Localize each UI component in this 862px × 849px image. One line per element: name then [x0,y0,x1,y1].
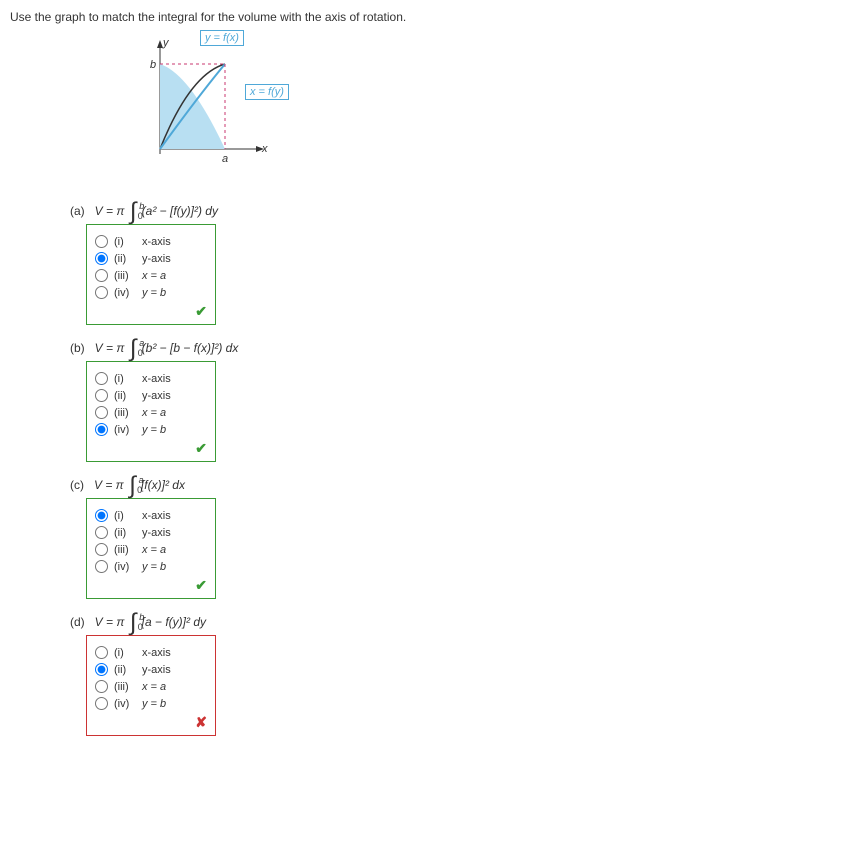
option-value: y-axis [142,664,171,676]
option-radio[interactable] [95,680,108,693]
option-value: x = a [142,681,166,693]
option-roman: (i) [114,647,136,659]
option-row[interactable]: (iv) y = b [95,423,207,436]
option-value: y-axis [142,390,171,402]
option-row[interactable]: (ii) y-axis [95,663,207,676]
curve-label-top: y = f(x) [200,30,244,46]
part-label: (b) [70,341,85,355]
option-radio[interactable] [95,286,108,299]
problem-header: (b) V = π ∫a0 (b² − [b − f(x)]²) dx [70,341,852,355]
integral-expression: V = π ∫a0 (b² − [b − f(x)]²) dx [95,341,239,355]
option-radio[interactable] [95,235,108,248]
option-radio[interactable] [95,543,108,556]
option-roman: (i) [114,510,136,522]
question-prompt: Use the graph to match the integral for … [10,10,852,24]
option-row[interactable]: (ii) y-axis [95,389,207,402]
part-label: (c) [70,478,84,492]
integral-expression: V = π ∫b0 [a − f(y)]² dy [95,615,206,629]
integral-expression: V = π ∫a0 [f(x)]² dx [94,478,185,492]
option-roman: (iv) [114,287,136,299]
option-row[interactable]: (iii) x = a [95,543,207,556]
option-row[interactable]: (i) x-axis [95,235,207,248]
option-roman: (iv) [114,424,136,436]
part-label: (d) [70,615,85,629]
option-radio[interactable] [95,406,108,419]
problem-header: (d) V = π ∫b0 [a − f(y)]² dy [70,615,852,629]
check-icon: ✔ [95,577,207,594]
option-value: y = b [142,424,166,436]
option-row[interactable]: (iv) y = b [95,286,207,299]
option-roman: (i) [114,373,136,385]
option-value: x-axis [142,236,171,248]
problem-header: (c) V = π ∫a0 [f(x)]² dx [70,478,852,492]
y-axis-label: y [162,37,170,49]
graph-svg: y b a x [130,34,300,174]
option-roman: (iii) [114,544,136,556]
option-value: x = a [142,270,166,282]
option-roman: (iii) [114,407,136,419]
option-row[interactable]: (i) x-axis [95,509,207,522]
option-value: x-axis [142,510,171,522]
option-radio[interactable] [95,509,108,522]
option-row[interactable]: (ii) y-axis [95,252,207,265]
option-roman: (iv) [114,561,136,573]
option-radio[interactable] [95,372,108,385]
option-roman: (ii) [114,253,136,265]
problem-header: (a) V = π ∫b0 (a² − [f(y)]²) dy [70,204,852,218]
option-roman: (iii) [114,681,136,693]
option-radio[interactable] [95,389,108,402]
options-box: (i) x-axis (ii) y-axis (iii) x = a (iv) y = b ✔ [86,361,216,462]
option-radio[interactable] [95,252,108,265]
integrand: [f(x)]² dx [138,478,185,492]
option-roman: (i) [114,236,136,248]
integrand: (b² − [b − f(x)]²) dx [138,341,238,355]
option-roman: (iv) [114,698,136,710]
integral-expression: V = π ∫b0 (a² − [f(y)]²) dy [95,204,218,218]
option-radio[interactable] [95,526,108,539]
b-label: b [150,59,156,71]
option-row[interactable]: (iii) x = a [95,680,207,693]
a-label: a [222,153,228,165]
option-row[interactable]: (i) x-axis [95,372,207,385]
option-value: x = a [142,407,166,419]
option-radio[interactable] [95,663,108,676]
option-value: x = a [142,544,166,556]
option-radio[interactable] [95,423,108,436]
option-row[interactable]: (iv) y = b [95,697,207,710]
option-value: x-axis [142,647,171,659]
integrand: [a − f(y)]² dy [138,615,206,629]
option-row[interactable]: (iv) y = b [95,560,207,573]
option-row[interactable]: (i) x-axis [95,646,207,659]
options-box: (i) x-axis (ii) y-axis (iii) x = a (iv) y = b ✔ [86,224,216,325]
integrand: (a² − [f(y)]²) dy [138,204,218,218]
option-roman: (ii) [114,390,136,402]
option-roman: (iii) [114,270,136,282]
x-axis-label: x [261,143,268,155]
check-icon: ✔ [95,440,207,457]
check-icon: ✔ [95,303,207,320]
option-value: y = b [142,698,166,710]
option-radio[interactable] [95,269,108,282]
option-row[interactable]: (iii) x = a [95,269,207,282]
option-radio[interactable] [95,697,108,710]
option-value: y-axis [142,253,171,265]
graph-figure: y b a x y = f(x) x = f(y) [130,34,330,184]
part-label: (a) [70,204,85,218]
option-radio[interactable] [95,646,108,659]
option-row[interactable]: (iii) x = a [95,406,207,419]
option-value: y-axis [142,527,171,539]
option-value: y = b [142,287,166,299]
option-row[interactable]: (ii) y-axis [95,526,207,539]
cross-icon: ✘ [95,714,207,731]
option-value: x-axis [142,373,171,385]
option-roman: (ii) [114,527,136,539]
option-radio[interactable] [95,560,108,573]
options-box: (i) x-axis (ii) y-axis (iii) x = a (iv) y = b ✔ [86,498,216,599]
option-roman: (ii) [114,664,136,676]
options-box: (i) x-axis (ii) y-axis (iii) x = a (iv) y = b ✘ [86,635,216,736]
option-value: y = b [142,561,166,573]
curve-label-side: x = f(y) [245,84,289,100]
